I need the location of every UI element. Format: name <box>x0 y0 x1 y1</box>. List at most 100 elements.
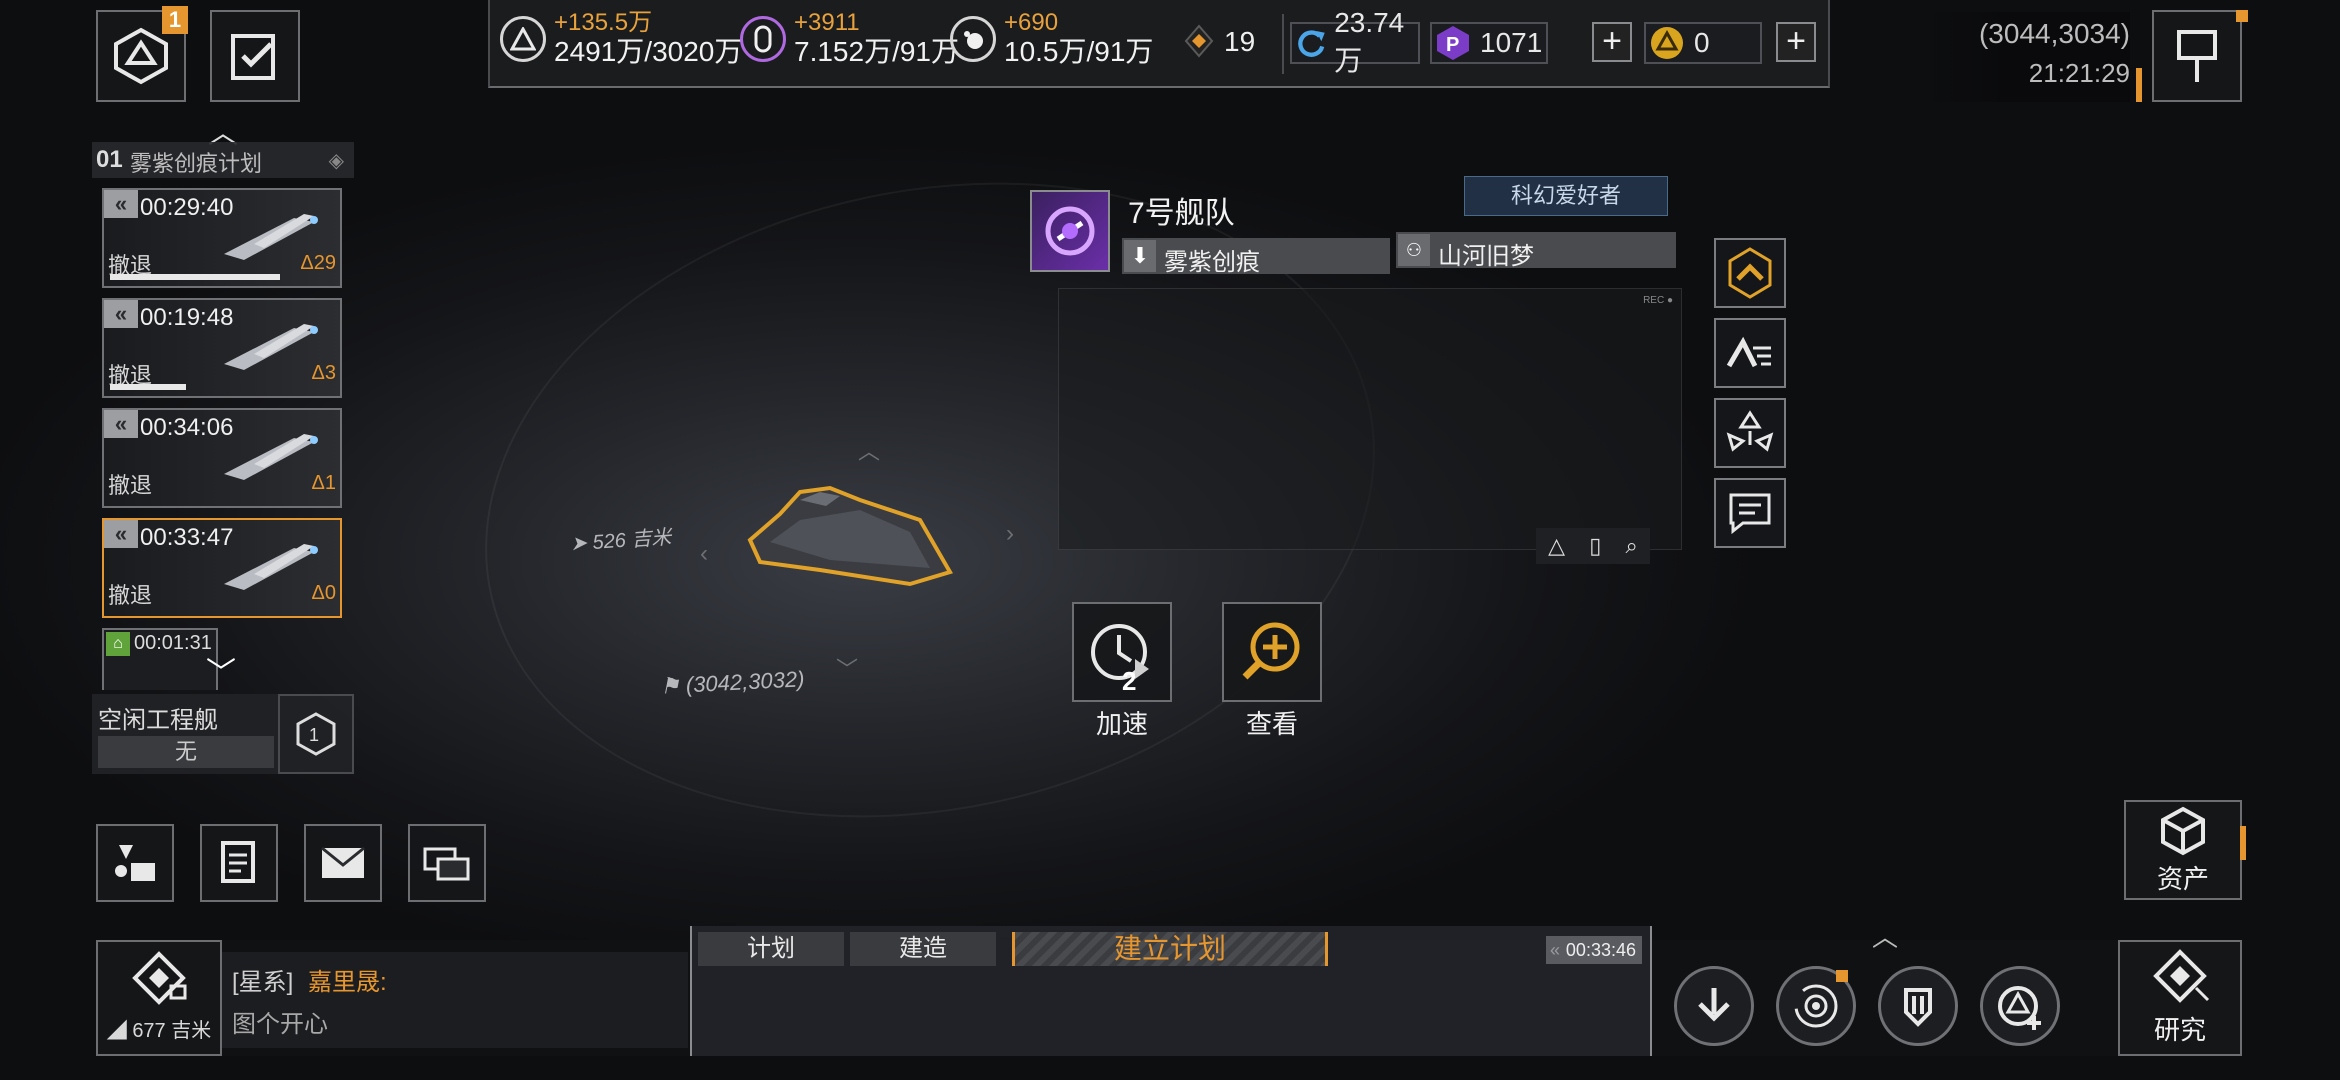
fleet-manage-icon <box>115 845 155 881</box>
current-coords: (3044,3034) <box>1978 18 2130 49</box>
task-checklist-icon <box>231 34 275 80</box>
triangle-filter-icon[interactable]: △ <box>1548 533 1565 559</box>
tasks-button[interactable] <box>210 10 300 102</box>
idle-ships-panel[interactable]: 空闲工程舰 无 1 <box>92 694 354 774</box>
mission-card[interactable]: « 00:29:40 撤退 Δ29 <box>102 188 342 288</box>
resource-item[interactable]: +3911 7.152万/91万 <box>740 10 959 68</box>
ship-icon <box>224 324 318 370</box>
map-arrow-down[interactable]: ﹀ <box>836 652 858 684</box>
engineer-ship-icon[interactable]: 1 <box>278 694 354 774</box>
retreat-chevron-icon: « <box>104 410 138 438</box>
retreat-chevron-icon: « <box>104 300 138 328</box>
alert-dot <box>2236 10 2248 22</box>
galaxy-map-icon <box>132 951 187 1005</box>
mail-icon <box>321 846 365 878</box>
resource-gain: +135.5万 <box>554 9 653 36</box>
add-gold-button[interactable]: + <box>1776 22 1816 62</box>
accent-line <box>2136 68 2142 102</box>
radar-icon <box>1794 984 1838 1028</box>
arrow-icon: ➤ <box>569 531 594 556</box>
fleet-tag: 科幻爱好者 <box>1464 176 1668 216</box>
idle-ships-value: 无 <box>98 736 274 768</box>
magnifier-plus-icon <box>1242 622 1300 680</box>
notification-badge: 1 <box>162 6 188 34</box>
selected-warship[interactable] <box>740 480 960 590</box>
preview-toolbar: △ ▯ ⌕ <box>1536 528 1650 564</box>
scroll-up-chevron[interactable]: ︿ <box>208 119 238 149</box>
crystal-filter-icon[interactable]: ▯ <box>1589 533 1601 559</box>
mission-count: Δ3 <box>311 362 336 384</box>
view-label: 查看 <box>1245 709 1298 739</box>
coords-readout: (3044,3034) 21:21:29 <box>1920 12 2130 102</box>
collect-button[interactable] <box>1674 966 1754 1046</box>
research-label: 研究 <box>2153 1015 2206 1045</box>
gold-value: 0 <box>1694 27 1710 58</box>
fleet-player: 山河旧梦 <box>1438 243 1534 270</box>
log-button[interactable] <box>200 824 278 902</box>
scroll-down-chevron[interactable]: ﹀ <box>206 659 236 689</box>
alliance-round-button[interactable] <box>1878 966 1958 1046</box>
search-icon[interactable]: ⌕ <box>1626 533 1638 559</box>
mission-card[interactable]: « 00:19:48 撤退 Δ3 <box>102 298 342 398</box>
chat-button[interactable] <box>1714 478 1786 548</box>
tab-build[interactable]: 建造 <box>850 932 996 966</box>
recycle-button[interactable] <box>1714 398 1786 468</box>
expand-chevron[interactable]: ︿ <box>1872 924 1898 950</box>
triangle-icon <box>500 16 546 62</box>
mission-card[interactable]: « 00:34:06 撤退 Δ1 <box>102 408 342 508</box>
fleet-player-bar[interactable]: ⚇ 山河旧梦 <box>1396 232 1676 270</box>
crystal-icon <box>740 16 786 62</box>
formation-button[interactable] <box>1714 318 1786 388</box>
map-arrow-right[interactable]: › <box>1006 520 1014 548</box>
fleet-faction: 雾紫创痕 <box>1164 249 1260 276</box>
chat-list-button[interactable] <box>408 824 486 902</box>
create-plan-button[interactable]: 建立计划 <box>1012 932 1328 966</box>
gold-box[interactable]: 0 <box>1644 22 1762 64</box>
galaxy-button[interactable]: ◢ 677 吉米 <box>96 940 222 1056</box>
resource-value: 2491万/3020万 <box>554 36 743 67</box>
fleet-avatar[interactable] <box>1030 190 1110 272</box>
svg-text:1: 1 <box>309 725 319 745</box>
mission-card[interactable]: « 00:33:47 撤退 Δ0 <box>102 518 342 618</box>
fast-forward-icon: « <box>1550 940 1561 960</box>
mission-group-header[interactable]: 01 雾紫创痕计划 ◈ <box>92 142 354 178</box>
chat-preview[interactable]: [星系] 嘉里晟: 图个开心 <box>222 952 688 1048</box>
download-arrow-icon: ⬇ <box>1124 240 1156 272</box>
map-arrow-up[interactable]: ︿ <box>858 434 880 466</box>
add-emblem-icon <box>1998 986 2041 1030</box>
mission-card-partial[interactable]: ⌂ 00:01:31 <box>102 628 218 690</box>
view-button[interactable] <box>1222 602 1322 702</box>
research-circuit-icon <box>2153 949 2210 1003</box>
research-button[interactable]: 研究 <box>2118 940 2242 1056</box>
premium-value: 1071 <box>1480 27 1543 58</box>
add-premium-button[interactable]: + <box>1592 22 1632 62</box>
mission-progress <box>110 274 280 280</box>
mission-group-index: 01 <box>96 146 123 173</box>
fleet-name: 7号舰队 <box>1128 197 1235 230</box>
svg-text:P: P <box>1446 34 1459 56</box>
faction-emblem-icon <box>1045 206 1095 256</box>
resource-item[interactable]: +690 10.5万/91万 <box>950 10 1153 68</box>
rank-chevron-icon <box>1728 247 1772 299</box>
add-alliance-button[interactable] <box>1980 966 2060 1046</box>
chat-channel: [星系] <box>232 969 294 996</box>
map-arrow-left[interactable]: ‹ <box>700 540 708 568</box>
premium-box[interactable]: P 1071 <box>1430 22 1548 64</box>
energy-box[interactable]: 23.74万 <box>1290 7 1420 76</box>
accent-line <box>2240 826 2246 860</box>
player-alliance-icon: ⚇ <box>1398 234 1430 266</box>
tab-plan[interactable]: 计划 <box>698 932 844 966</box>
fleet-manage-button[interactable] <box>96 824 174 902</box>
alliance-members-icon <box>1904 988 1932 1027</box>
mail-button[interactable] <box>304 824 382 902</box>
ship-icon <box>224 434 318 480</box>
map-marker-button[interactable] <box>2152 10 2242 102</box>
chat-bubble-icon <box>1729 493 1771 535</box>
fleet-preview-window: REC ● <box>1058 288 1682 550</box>
rank-button[interactable] <box>1714 238 1786 308</box>
divider <box>1282 14 1284 74</box>
resource-item[interactable]: +135.5万 2491万/3020万 <box>500 10 742 68</box>
assets-button[interactable]: 资产 <box>2124 800 2242 900</box>
down-arrow-icon <box>1698 988 1730 1022</box>
chat-message: 图个开心 <box>232 1011 328 1038</box>
